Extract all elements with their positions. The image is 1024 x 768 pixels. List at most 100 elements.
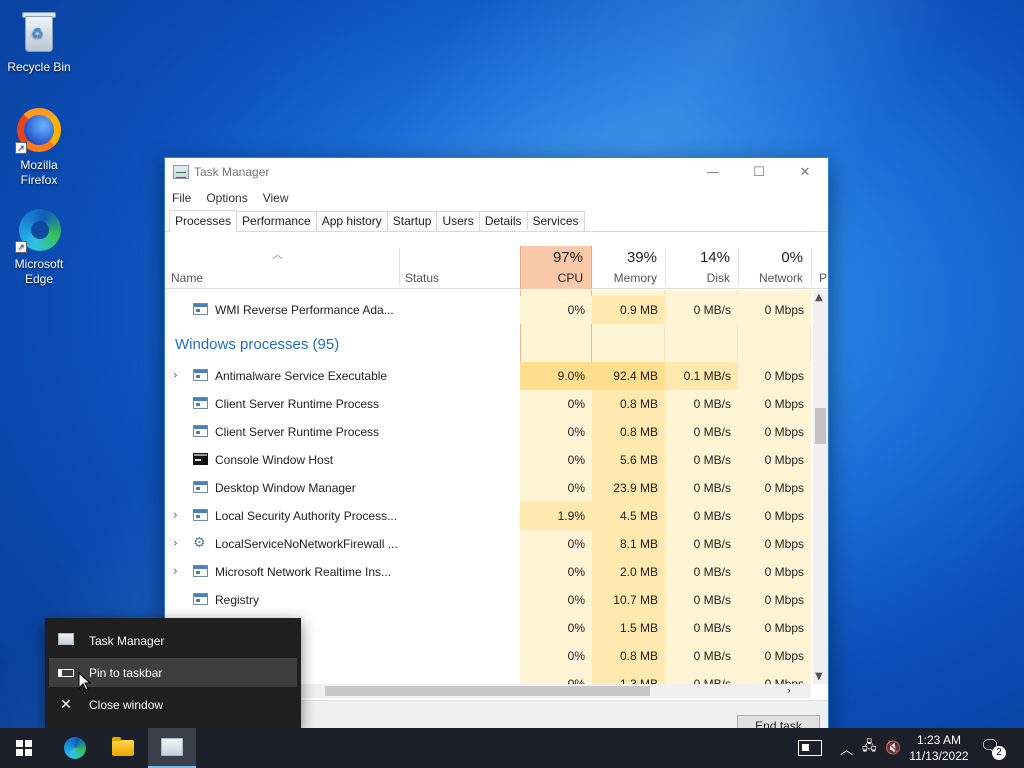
process-disk-cell: 0 MB/s [665, 530, 738, 558]
process-memory-cell: 0.8 MB [592, 418, 665, 446]
process-network-cell: 0 Mbps [738, 390, 811, 418]
column-header-name[interactable]: ︿ Name [165, 246, 399, 289]
process-row[interactable]: › Antimalware Service Executable 9.0% 92.4 … [165, 362, 811, 390]
taskbar-file-explorer-button[interactable] [99, 728, 147, 768]
edge-icon: ↗ [15, 205, 63, 253]
process-row[interactable]: › Local Security Authority Process... 1.9%… [165, 502, 811, 530]
process-window-icon [193, 565, 208, 577]
firefox-icon: ↗ [15, 106, 63, 154]
title-bar[interactable]: Task Manager — ☐ ✕ [165, 158, 828, 186]
desktop-icon-label: Microsoft Edge [14, 257, 64, 286]
menu-file[interactable]: File [172, 191, 191, 205]
process-row[interactable]: Console Window Host 0% 5.6 MB 0 MB/s 0 Mbps [165, 446, 811, 474]
scroll-up-arrow-icon[interactable]: ▲ [815, 292, 823, 303]
process-memory-cell: 8.1 MB [592, 530, 665, 558]
process-network-cell: 0 Mbps [738, 670, 811, 684]
console-icon [193, 453, 208, 465]
scrollbar-thumb[interactable] [815, 408, 826, 444]
desktop-icon-label: Recycle Bin [7, 60, 71, 74]
process-row[interactable]: › Microsoft Network Realtime Ins... 0% 2.0 … [165, 558, 811, 586]
process-row[interactable]: Client Server Runtime Process 0% 0.8 MB 0 M… [165, 418, 811, 446]
process-cpu-cell: 0% [520, 418, 592, 446]
process-cpu-cell: 1.9% [520, 502, 592, 530]
clock-date: 11/13/2022 [909, 749, 969, 763]
process-memory-cell: 5.6 MB [592, 446, 665, 474]
process-disk-cell: 0 MB/s [665, 614, 738, 642]
process-memory-cell: 4.5 MB [592, 502, 665, 530]
column-header-cpu[interactable]: 97% CPU [520, 246, 592, 289]
menu-view[interactable]: View [263, 191, 289, 205]
scroll-down-arrow-icon[interactable]: ▼ [815, 671, 823, 682]
process-row[interactable]: Desktop Window Manager 0% 23.9 MB 0 MB/s 0 M… [165, 474, 811, 502]
process-memory-cell: 1.3 MB [592, 670, 665, 684]
column-header-status[interactable]: Status [399, 246, 519, 289]
process-row[interactable]: Client Server Runtime Process 0% 0.8 MB 0 M… [165, 390, 811, 418]
process-name: Microsoft Network Realtime Ins... [215, 565, 392, 579]
h-scrollbar-thumb[interactable] [325, 686, 650, 696]
process-cpu-cell: 0% [520, 670, 592, 684]
process-cpu-cell: 0% [520, 296, 592, 324]
windows-logo-icon [16, 740, 32, 756]
taskbar-task-manager-button[interactable] [148, 728, 196, 768]
process-cpu-cell: 0% [520, 614, 592, 642]
column-header-power[interactable]: P [811, 246, 828, 289]
minimize-button[interactable]: — [690, 158, 736, 186]
column-header-memory[interactable]: 39% Memory [592, 246, 665, 289]
process-window-icon [193, 593, 208, 605]
process-name: Antimalware Service Executable [215, 369, 388, 383]
network-icon[interactable]: 🖧 [862, 728, 877, 768]
tab-app-history[interactable]: App history [315, 211, 388, 231]
scroll-right-arrow-icon[interactable]: › [787, 684, 791, 697]
tab-strip: Processes Performance App history Startu… [165, 210, 828, 232]
process-disk-cell: 0 MB/s [665, 502, 738, 530]
column-header-network[interactable]: 0% Network [738, 246, 811, 289]
expand-chevron-icon[interactable]: › [173, 508, 178, 522]
process-row[interactable]: › LocalServiceNoNetworkFirewall ... 0%8.1 … [165, 530, 811, 558]
taskbar-edge-button[interactable] [51, 728, 99, 768]
process-row[interactable]: Registry 0% 10.7 MB 0 MB/s 0 Mbps [165, 586, 811, 614]
process-window-icon [193, 397, 208, 409]
process-network-cell: 0 Mbps [738, 530, 811, 558]
desktop-icon-recycle-bin[interactable]: ♻ Recycle Bin [1, 8, 77, 75]
show-hidden-icons-chevron-icon[interactable]: ︿ [840, 728, 853, 768]
process-memory-cell: 0.8 MB [592, 642, 665, 670]
process-network-cell: 0 Mbps [738, 418, 811, 446]
process-disk-cell: 0 MB/s [665, 670, 738, 684]
desktop-icon-firefox[interactable]: ↗ Mozilla Firefox [1, 106, 77, 188]
process-disk-cell: 0.1 MB/s [665, 362, 738, 390]
process-memory-cell: 2.0 MB [592, 558, 665, 586]
jumplist-item-close-window[interactable]: ✕ Close window [49, 690, 297, 719]
tab-users[interactable]: Users [436, 211, 480, 231]
process-network-cell: 0 Mbps [738, 474, 811, 502]
tab-processes[interactable]: Processes [169, 210, 238, 232]
process-cpu-cell: 0% [520, 390, 592, 418]
process-name: LocalServiceNoNetworkFirewall ... [215, 537, 398, 551]
process-disk-cell: 0 MB/s [665, 474, 738, 502]
desktop-icon-edge[interactable]: ↗ Microsoft Edge [1, 205, 77, 287]
expand-chevron-icon[interactable]: › [173, 536, 178, 550]
process-cpu-cell: 0% [520, 530, 592, 558]
process-name: Console Window Host [215, 453, 334, 467]
jumplist-item-task-manager[interactable]: Task Manager [49, 626, 297, 655]
expand-chevron-icon[interactable]: › [173, 368, 178, 382]
tab-details[interactable]: Details [478, 211, 528, 231]
start-button[interactable] [0, 728, 48, 768]
action-center-button[interactable]: 🗨 2 [980, 736, 1008, 760]
close-button[interactable]: ✕ [782, 158, 828, 186]
process-row[interactable]: WMI Reverse Performance Ada... 0% 0.9 MB 0 … [165, 296, 811, 324]
volume-muted-icon[interactable]: 🔇 [885, 728, 901, 768]
process-disk-cell: 0 MB/s [665, 642, 738, 670]
tab-services[interactable]: Services [526, 211, 585, 231]
clock[interactable]: 1:23 AM 11/13/2022 [906, 732, 972, 764]
maximize-button[interactable]: ☐ [736, 158, 782, 186]
process-network-cell: 0 Mbps [738, 362, 811, 390]
process-cpu-cell: 9.0% [520, 362, 592, 390]
tab-performance[interactable]: Performance [236, 211, 317, 231]
expand-chevron-icon[interactable]: › [173, 564, 178, 578]
process-network-cell: 0 Mbps [738, 558, 811, 586]
menu-options[interactable]: Options [206, 191, 247, 205]
vertical-scrollbar[interactable]: ▲ ▼ [813, 290, 828, 684]
news-widget-icon[interactable] [798, 728, 822, 768]
column-header-disk[interactable]: 14% Disk [665, 246, 738, 289]
tab-startup[interactable]: Startup [386, 211, 438, 231]
